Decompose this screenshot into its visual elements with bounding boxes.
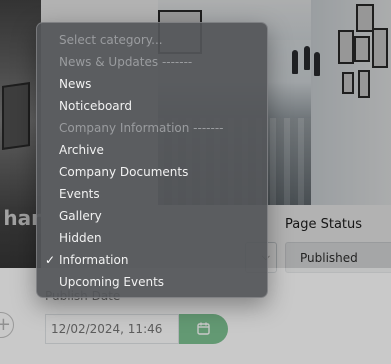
option-news[interactable]: News: [37, 73, 267, 95]
option-events[interactable]: Events: [37, 183, 267, 205]
option-gallery[interactable]: Gallery: [37, 205, 267, 227]
option-upcoming-events[interactable]: Upcoming Events: [37, 271, 267, 293]
option-group-news-updates: News & Updates -------: [59, 55, 193, 69]
option-company-documents[interactable]: Company Documents: [37, 161, 267, 183]
option-hidden[interactable]: Hidden: [37, 227, 267, 249]
option-group-company-information: Company Information -------: [59, 121, 224, 135]
option-information-label: Information: [59, 253, 129, 267]
option-information[interactable]: ✓ Information: [37, 249, 267, 271]
category-dropdown-menu[interactable]: Select category... News & Updates ------…: [36, 22, 268, 298]
option-placeholder: Select category...: [59, 33, 163, 47]
option-noticeboard[interactable]: Noticeboard: [37, 95, 267, 117]
option-archive[interactable]: Archive: [37, 139, 267, 161]
checkmark-icon: ✓: [45, 253, 56, 267]
